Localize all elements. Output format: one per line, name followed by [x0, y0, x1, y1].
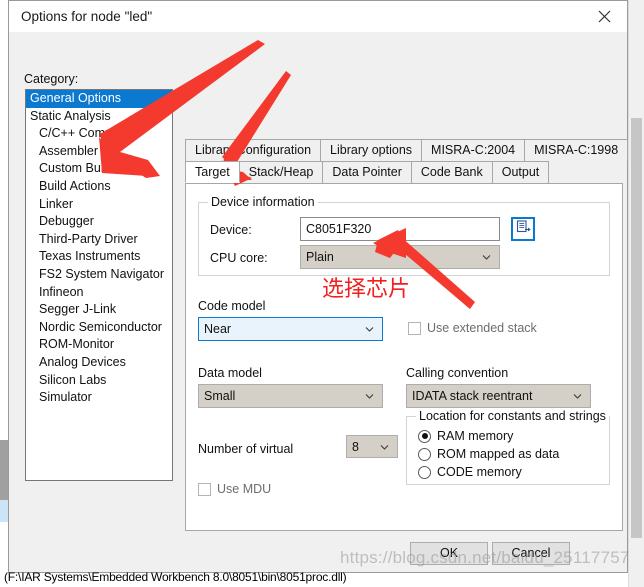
category-list[interactable]: General Options Static Analysis C/C++ Comp…: [25, 89, 173, 481]
radio-indicator: [418, 465, 431, 479]
cpu-core-label: CPU core:: [210, 251, 268, 265]
tab-library-options[interactable]: Library options: [320, 139, 423, 161]
category-item[interactable]: Third-Party Driver: [26, 231, 172, 249]
category-item[interactable]: General Options: [26, 90, 172, 108]
category-item[interactable]: Custom Build: [26, 160, 172, 178]
chevron-down-icon: [365, 392, 374, 401]
category-item[interactable]: Simulator: [26, 389, 172, 407]
tab-misra-c-2004[interactable]: MISRA-C:2004: [421, 139, 526, 161]
cpu-core-select[interactable]: Plain: [300, 245, 500, 269]
ide-left-grey-strip: [0, 440, 8, 500]
tab-output[interactable]: Output: [491, 161, 550, 183]
tab-target[interactable]: Target: [185, 161, 240, 183]
location-radio-label: RAM memory: [437, 429, 514, 443]
tab-row-secondary: Library Configuration Library options MISR…: [185, 139, 629, 161]
device-information-legend: Device information: [208, 195, 318, 209]
tab-data-pointer[interactable]: Data Pointer: [322, 161, 412, 183]
cancel-button[interactable]: Cancel: [492, 542, 570, 565]
close-button[interactable]: [582, 1, 627, 32]
calling-convention-select[interactable]: IDATA stack reentrant: [406, 384, 591, 408]
ide-left-highlight-strip: [0, 500, 8, 522]
checkbox-box: [408, 321, 421, 335]
code-model-value: Near: [204, 322, 232, 336]
category-item[interactable]: FS2 System Navigator: [26, 266, 172, 284]
status-line: (F:\IAR Systems\Embedded Workbench 8.0\8…: [4, 570, 347, 584]
radio-indicator: [418, 447, 431, 461]
data-model-select[interactable]: Small: [198, 384, 383, 408]
category-item[interactable]: Infineon: [26, 284, 172, 302]
category-item[interactable]: Analog Devices: [26, 354, 172, 372]
tab-stack-heap[interactable]: Stack/Heap: [238, 161, 324, 183]
location-group-legend: Location for constants and strings: [416, 409, 609, 423]
dialog-titlebar: Options for node "led": [9, 1, 627, 32]
code-model-label: Code model: [198, 299, 266, 313]
target-tab-page: Device information Device: C8051F320 CPU…: [185, 183, 623, 531]
cpu-core-value: Plain: [306, 250, 334, 264]
chevron-down-icon: [482, 253, 491, 262]
category-item[interactable]: C/C++ Compiler: [26, 125, 172, 143]
location-radio-label: CODE memory: [437, 465, 522, 479]
device-picker-icon: [516, 220, 531, 238]
ok-button[interactable]: OK: [410, 542, 488, 565]
use-mdu-checkbox[interactable]: Use MDU: [198, 482, 271, 496]
location-for-constants-group: Location for constants and strings RAM m…: [406, 409, 610, 485]
code-model-select[interactable]: Near: [198, 317, 383, 341]
category-item[interactable]: Nordic Semiconductor: [26, 319, 172, 337]
use-mdu-label: Use MDU: [217, 482, 272, 496]
options-dialog: Options for node "led" Category: General…: [8, 0, 629, 573]
category-item[interactable]: Texas Instruments: [26, 248, 172, 266]
location-radio-option[interactable]: CODE memory: [418, 465, 522, 479]
category-item[interactable]: ROM-Monitor: [26, 336, 172, 354]
category-item[interactable]: Build Actions: [26, 178, 172, 196]
tab-library-configuration[interactable]: Library Configuration: [185, 139, 322, 161]
close-icon: [598, 10, 611, 23]
checkbox-box: [198, 482, 211, 496]
category-item[interactable]: Debugger: [26, 213, 172, 231]
category-item[interactable]: Linker: [26, 196, 172, 214]
data-model-label: Data model: [198, 366, 262, 380]
device-label: Device:: [210, 223, 252, 237]
calling-convention-value: IDATA stack reentrant: [412, 389, 533, 403]
settings-tabgroup: Library Configuration Library options MISR…: [185, 139, 629, 531]
category-item[interactable]: Assembler: [26, 143, 172, 161]
chevron-down-icon: [573, 392, 582, 401]
category-item[interactable]: Static Analysis: [26, 108, 172, 126]
location-radio-label: ROM mapped as data: [437, 447, 560, 461]
dialog-title: Options for node "led": [21, 9, 153, 24]
tab-row-primary: Target Stack/Heap Data Pointer Code Bank Out…: [185, 161, 550, 183]
category-item[interactable]: Silicon Labs: [26, 372, 172, 390]
category-label: Category:: [24, 72, 79, 86]
calling-convention-label: Calling convention: [406, 366, 509, 380]
number-of-virtual-value: 8: [352, 440, 359, 454]
chevron-down-icon: [365, 325, 374, 334]
location-radio-option[interactable]: RAM memory: [418, 429, 513, 443]
device-picker-button[interactable]: [511, 217, 535, 241]
tab-code-bank[interactable]: Code Bank: [410, 161, 493, 183]
number-of-virtual-label: Number of virtual: [198, 442, 294, 456]
tab-misra-c-1998[interactable]: MISRA-C:1998: [524, 139, 629, 161]
ide-scrollbar-thumb[interactable]: [631, 118, 642, 538]
device-input[interactable]: C8051F320: [300, 217, 500, 241]
device-information-group: Device information Device: C8051F320 CPU…: [198, 195, 610, 276]
data-model-value: Small: [204, 389, 236, 403]
use-extended-stack-checkbox[interactable]: Use extended stack: [408, 321, 537, 335]
number-of-virtual-select[interactable]: 8: [346, 435, 398, 458]
category-item[interactable]: Segger J-Link: [26, 301, 172, 319]
location-radio-option[interactable]: ROM mapped as data: [418, 447, 559, 461]
chevron-down-icon: [380, 442, 389, 451]
radio-indicator: [418, 429, 431, 443]
use-extended-stack-label: Use extended stack: [427, 321, 537, 335]
